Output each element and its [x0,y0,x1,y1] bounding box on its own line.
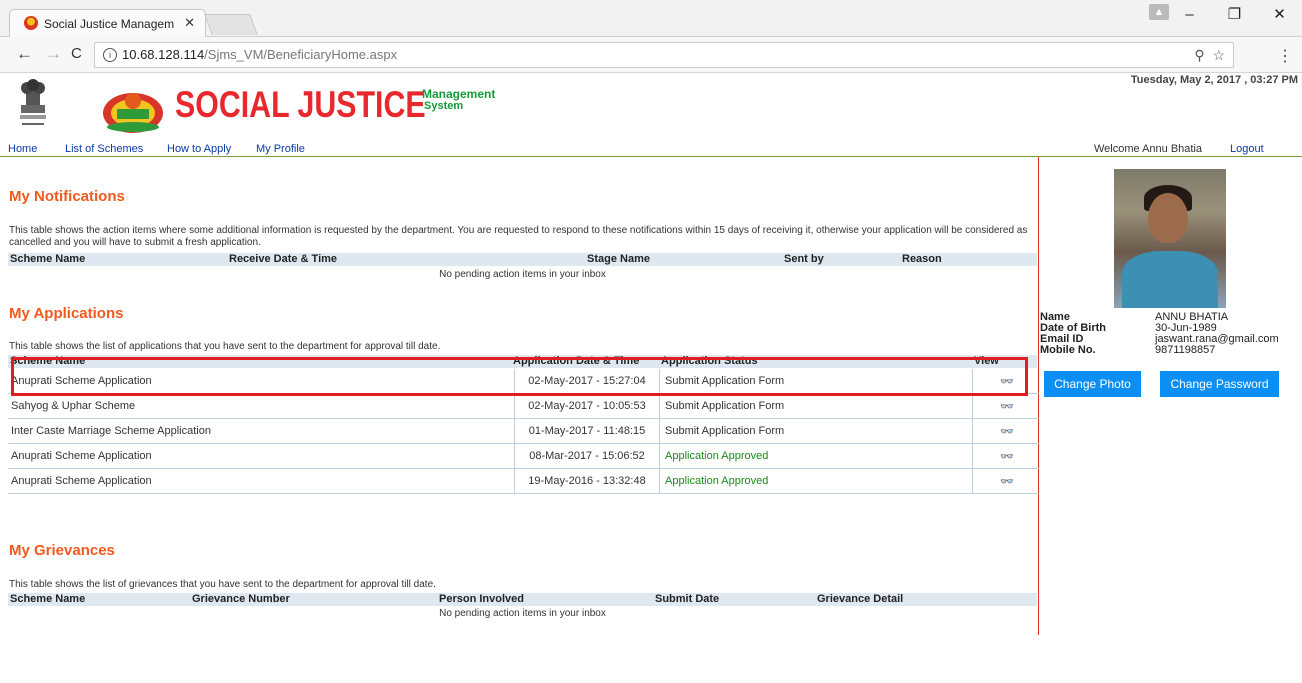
reload-button[interactable]: C [71,45,82,62]
new-tab-button[interactable] [204,14,258,35]
url-path: /Sjms_VM/BeneficiaryHome.aspx [204,47,398,62]
forward-button[interactable]: → [45,44,62,64]
applications-title: My Applications [9,305,124,322]
site-info-icon[interactable]: i [103,48,117,62]
highlight-box [11,357,1028,396]
notifications-description: This table shows the action items where … [9,225,1028,248]
logout-link[interactable]: Logout [1230,143,1264,155]
profile-photo [1114,169,1226,308]
cell-application-status: Application Approved [659,468,973,494]
grievances-description: This table shows the list of grievances … [9,579,436,590]
col-submit-date: Submit Date [655,593,720,605]
address-bar[interactable]: i 10.68.128.114/Sjms_VM/BeneficiaryHome.… [94,42,1234,68]
brand-sub-system: System [424,100,464,112]
cell-view: 👓 [972,393,1039,419]
minimize-button[interactable]: – [1167,0,1212,30]
site-favicon-icon [24,16,38,30]
nav-how-to-apply-link[interactable]: How to Apply [167,143,231,155]
col-reason: Reason [902,253,942,265]
col-stage-name: Stage Name [587,253,650,265]
url-text: 10.68.128.114/Sjms_VM/BeneficiaryHome.as… [122,43,397,67]
table-row: Anuprati Scheme Application 19-May-2016 -… [8,468,1039,494]
cell-scheme-name: Inter Caste Marriage Scheme Application [8,418,515,444]
browser-tab-bar: Social Justice Manageme ✕ ▲ – ❐ ✕ [0,0,1302,37]
view-glasses-icon[interactable]: 👓 [1000,475,1014,488]
browser-toolbar: ← → C i 10.68.128.114/Sjms_VM/Beneficiar… [0,37,1302,73]
url-host: 10.68.128.114 [122,47,205,62]
col-person-involved: Person Involved [439,593,524,605]
tab-title: Social Justice Manageme [44,17,174,31]
nav-list-of-schemes-link[interactable]: List of Schemes [65,143,143,155]
cell-view: 👓 [972,418,1039,444]
notifications-empty-message: No pending action items in your inbox [439,269,606,280]
browser-tab[interactable]: Social Justice Manageme ✕ [9,9,206,37]
window-controls: – ❐ ✕ [1167,0,1302,30]
brand-sub-management: Management [422,87,496,101]
view-glasses-icon[interactable]: 👓 [1000,425,1014,438]
sjms-logo-icon [103,93,163,133]
label-mobile: Mobile No. [1040,344,1096,356]
view-glasses-icon[interactable]: 👓 [1000,450,1014,463]
notifications-title: My Notifications [9,188,125,205]
col-scheme-name: Scheme Name [10,253,86,265]
national-emblem-icon [20,79,46,125]
welcome-text: Welcome Annu Bhatia [1094,143,1203,155]
grievances-table-header: Scheme Name Grievance Number Person Invo… [8,593,1037,606]
current-datetime: Tuesday, May 2, 2017 , 03:27 PM [1130,74,1298,86]
col-receive-date: Receive Date & Time [229,253,338,265]
top-navigation: Home List of Schemes How to Apply My Pro… [0,141,1302,157]
col-sent-by: Sent by [784,253,824,265]
cell-application-date: 01-May-2017 - 11:48:15 [514,418,660,444]
tab-close-icon[interactable]: ✕ [184,15,195,31]
brand-title: SOCIAL JUSTICE [175,84,426,125]
change-photo-button[interactable]: Change Photo [1044,371,1141,397]
cell-scheme-name: Anuprati Scheme Application [8,468,515,494]
nav-home-link[interactable]: Home [8,143,37,155]
cell-application-date: 02-May-2017 - 10:05:53 [514,393,660,419]
browser-menu-icon[interactable]: ⋮ [1277,46,1293,66]
cell-scheme-name: Anuprati Scheme Application [8,443,515,469]
col-grievance-number: Grievance Number [192,593,290,605]
omnibox-actions: ⚲ ☆ [1194,43,1225,67]
applications-description: This table shows the list of application… [9,341,441,352]
table-row: Sahyog & Uphar Scheme 02-May-2017 - 10:05… [8,393,1039,419]
browser-profile-icon[interactable]: ▲ [1149,4,1169,20]
col-grievance-detail: Grievance Detail [817,593,904,605]
value-mobile: 9871198857 [1155,344,1216,356]
bookmark-star-icon[interactable]: ☆ [1212,47,1225,63]
cell-view: 👓 [972,443,1039,469]
view-glasses-icon[interactable]: 👓 [1000,400,1014,413]
change-password-button[interactable]: Change Password [1160,371,1279,397]
cell-view: 👓 [972,468,1039,494]
nav-my-profile-link[interactable]: My Profile [256,143,305,155]
cell-application-status: Submit Application Form [659,418,973,444]
notifications-table-header: Scheme Name Receive Date & Time Stage Na… [8,253,1037,266]
table-row: Inter Caste Marriage Scheme Application 0… [8,418,1039,444]
cell-application-date: 19-May-2016 - 13:32:48 [514,468,660,494]
brand-subtitle: Management System [422,88,495,112]
cell-application-status: Application Approved [659,443,973,469]
zoom-icon[interactable]: ⚲ [1194,47,1204,63]
grievances-title: My Grievances [9,542,115,559]
close-window-button[interactable]: ✕ [1257,0,1302,30]
cell-application-date: 08-Mar-2017 - 15:06:52 [514,443,660,469]
maximize-button[interactable]: ❐ [1212,0,1257,30]
cell-scheme-name: Sahyog & Uphar Scheme [8,393,515,419]
cell-application-status: Submit Application Form [659,393,973,419]
col-scheme-name: Scheme Name [10,593,86,605]
table-row: Anuprati Scheme Application 08-Mar-2017 -… [8,443,1039,469]
grievances-empty-message: No pending action items in your inbox [439,608,606,619]
back-button[interactable]: ← [16,44,33,64]
page-content: SOCIAL JUSTICE Management System Tuesday… [0,73,1302,683]
